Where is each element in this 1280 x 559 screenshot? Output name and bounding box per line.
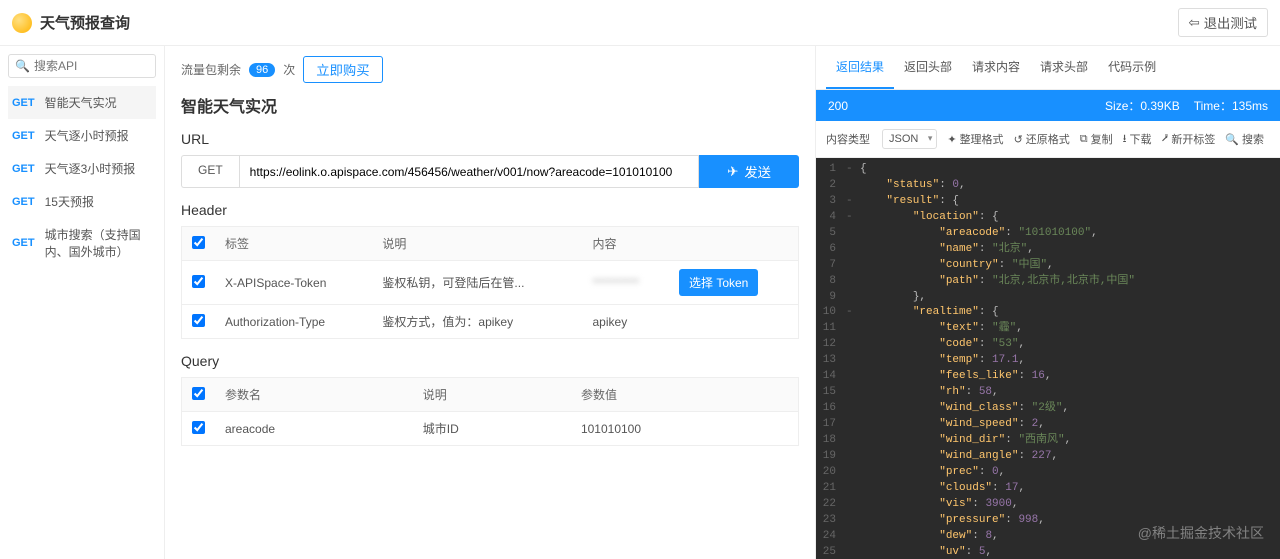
search-icon: 🔍 (1225, 133, 1239, 146)
download-button[interactable]: ⭳下载 (1123, 130, 1152, 149)
sidebar: 🔍 GET 智能天气实况 GET 天气逐小时预报 GET 天气逐3小时预报 GET 15天预报… (0, 46, 165, 559)
copy-icon: ⧉ (1080, 133, 1088, 146)
newtab-icon: ⭷ (1162, 130, 1169, 149)
sidebar-item-2[interactable]: GET 天气逐3小时预报 (8, 152, 156, 185)
query-check-all[interactable] (192, 387, 205, 400)
quota-suffix: 次 (283, 61, 295, 78)
request-panel: 流量包剩余 96 次 立即购买 智能天气实况 URL GET ✈ 发送 Head… (165, 46, 815, 559)
status-code: 200 (828, 99, 848, 113)
api-name: 15天预报 (45, 193, 94, 210)
copy-button[interactable]: ⧉复制 (1080, 131, 1113, 147)
status-bar: 200 Size：0.39KB Time：135ms (816, 90, 1280, 121)
method-badge: GET (12, 237, 35, 249)
restore-icon: ↺ (1014, 133, 1023, 146)
response-size: Size：0.39KB (1105, 97, 1180, 114)
quota-label: 流量包剩余 (181, 61, 241, 78)
sidebar-item-1[interactable]: GET 天气逐小时预报 (8, 119, 156, 152)
response-tab-0[interactable]: 返回结果 (826, 46, 894, 89)
api-name: 城市搜索（支持国内、国外城市） (45, 226, 152, 260)
url-section-label: URL (181, 131, 799, 147)
query-section-label: Query (181, 353, 799, 369)
quota-count-badge: 96 (249, 63, 275, 77)
watermark: @稀土掘金技术社区 (1138, 523, 1264, 543)
header-check-all[interactable] (192, 236, 205, 249)
sidebar-item-3[interactable]: GET 15天预报 (8, 185, 156, 218)
sidebar-item-4[interactable]: GET 城市搜索（支持国内、国外城市） (8, 218, 156, 268)
query-table: 参数名 说明 参数值 areacode城市ID101010100 (181, 377, 799, 446)
wand-icon: ✦ (947, 133, 956, 146)
response-toolbar: 内容类型 JSON ✦整理格式 ↺还原格式 ⧉复制 ⭳下载 ⭷新开标签 🔍搜索 (816, 121, 1280, 158)
api-name: 智能天气实况 (45, 94, 117, 111)
response-body[interactable]: 1-{2 "status": 0,3- "result": {4- "locat… (816, 158, 1280, 559)
sidebar-item-0[interactable]: GET 智能天气实况 (8, 86, 156, 119)
response-time: Time：135ms (1194, 97, 1268, 114)
search-icon: 🔍 (15, 59, 30, 73)
http-method[interactable]: GET (181, 155, 239, 188)
restore-button[interactable]: ↺还原格式 (1014, 131, 1070, 147)
api-name: 天气逐3小时预报 (45, 160, 136, 177)
response-tab-2[interactable]: 请求内容 (962, 46, 1030, 89)
send-icon: ✈ (727, 164, 738, 180)
search-api-input[interactable]: 🔍 (8, 54, 156, 78)
buy-button[interactable]: 立即购买 (303, 56, 382, 83)
download-icon: ⭳ (1123, 130, 1127, 149)
app-header: 天气预报查询 ⇦ 退出测试 (0, 0, 1280, 46)
query-check[interactable] (192, 421, 205, 434)
request-title: 智能天气实况 (181, 93, 799, 117)
app-logo-icon (12, 13, 32, 33)
header-table: 标签 说明 内容 X-APISpace-Token 鉴权私钥，可登陆后在管...… (181, 226, 799, 339)
format-button[interactable]: ✦整理格式 (947, 131, 1003, 147)
response-panel: 返回结果返回头部请求内容请求头部代码示例 200 Size：0.39KB Tim… (815, 46, 1280, 559)
header-row: X-APISpace-Token 鉴权私钥，可登陆后在管... ********… (182, 261, 799, 305)
method-badge: GET (12, 196, 35, 208)
send-button[interactable]: ✈ 发送 (699, 155, 799, 188)
method-badge: GET (12, 97, 35, 109)
response-tab-1[interactable]: 返回头部 (894, 46, 962, 89)
api-name: 天气逐小时预报 (45, 127, 129, 144)
query-row: areacode城市ID101010100 (182, 412, 799, 446)
content-type-label: 内容类型 (826, 131, 870, 147)
header-check[interactable] (192, 314, 205, 327)
method-badge: GET (12, 130, 35, 142)
method-badge: GET (12, 163, 35, 175)
app-title: 天气预报查询 (40, 12, 130, 33)
response-tab-4[interactable]: 代码示例 (1098, 46, 1166, 89)
exit-icon: ⇦ (1189, 15, 1200, 31)
header-section-label: Header (181, 202, 799, 218)
content-type-select[interactable]: JSON (882, 129, 937, 149)
response-tab-3[interactable]: 请求头部 (1030, 46, 1098, 89)
response-tabs: 返回结果返回头部请求内容请求头部代码示例 (816, 46, 1280, 90)
select-token-button[interactable]: 选择 Token (679, 269, 758, 296)
newtab-button[interactable]: ⭷新开标签 (1162, 130, 1216, 149)
header-row: Authorization-Type 鉴权方式，值为：apikey apikey (182, 305, 799, 339)
search-response-button[interactable]: 🔍搜索 (1225, 131, 1264, 147)
exit-test-button[interactable]: ⇦ 退出测试 (1178, 8, 1268, 37)
url-input[interactable] (239, 155, 700, 188)
header-check[interactable] (192, 275, 205, 288)
